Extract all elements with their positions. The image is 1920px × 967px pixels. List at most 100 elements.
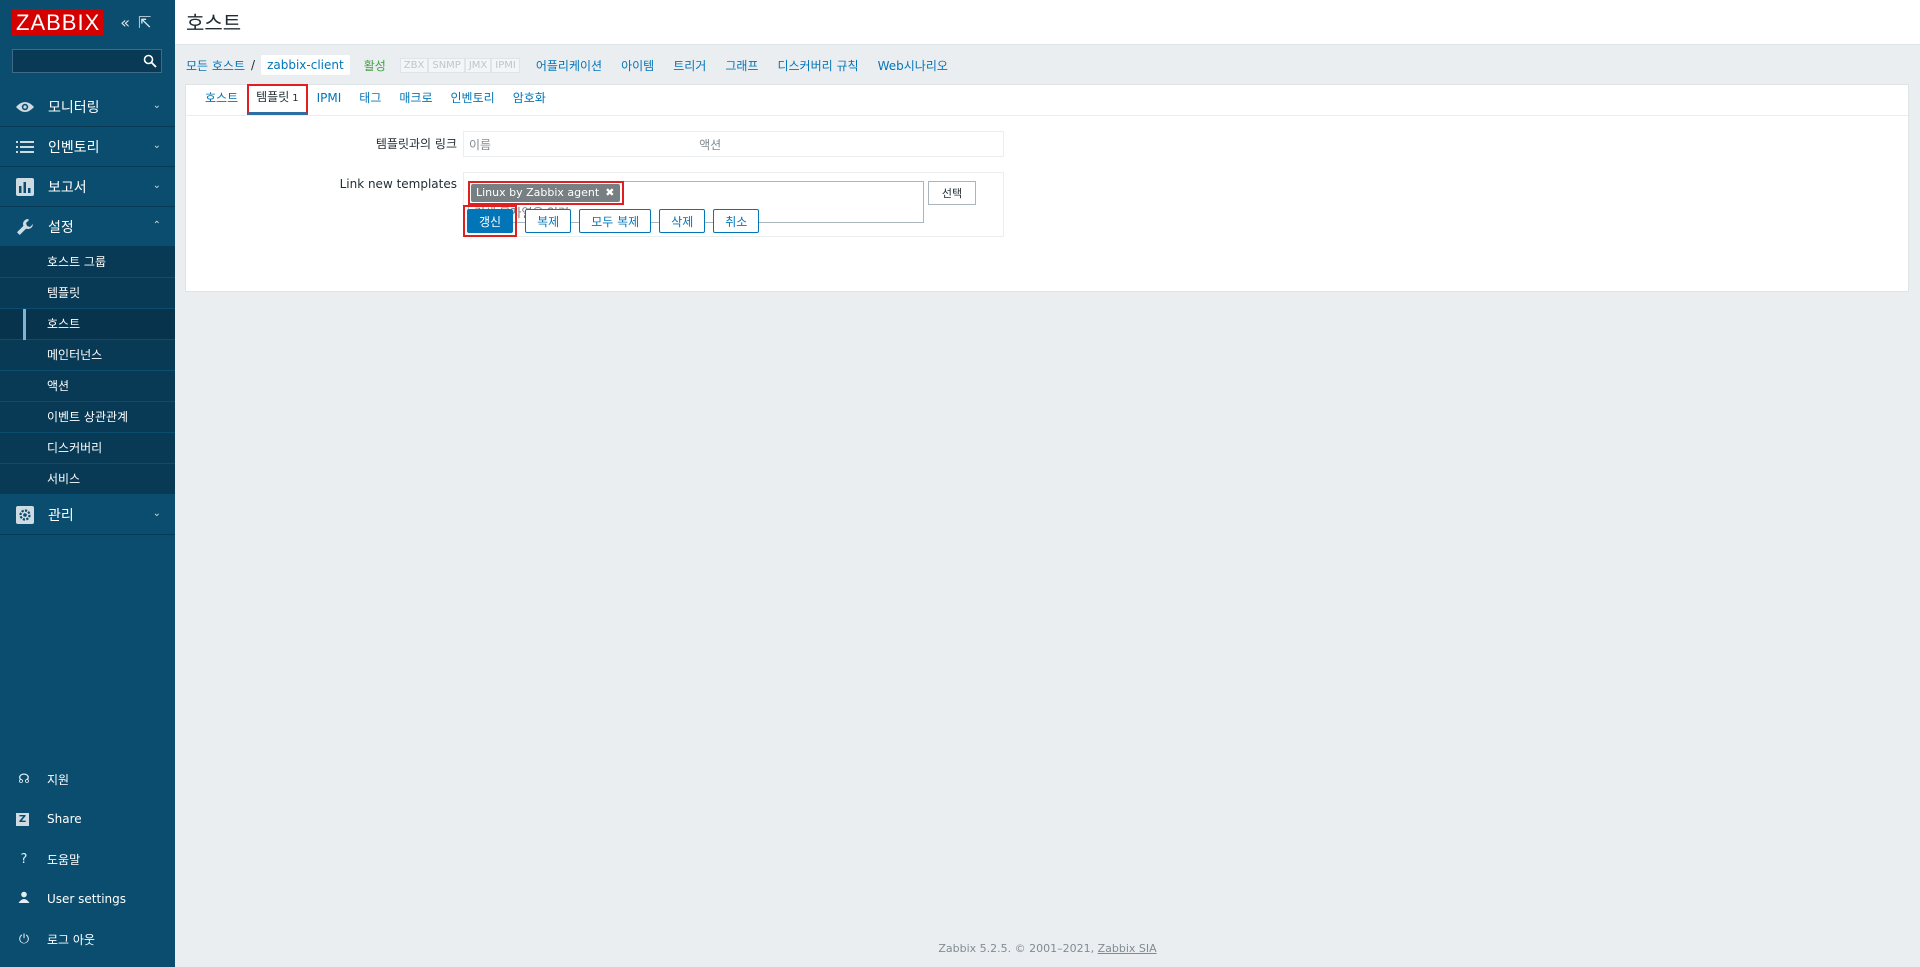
tab-count: 1 <box>292 93 299 104</box>
tab-label: IPMI <box>316 91 342 105</box>
collapse-sidebar-icon[interactable]: « <box>120 13 130 32</box>
menu-inventory[interactable]: 인벤토리 ⌄ <box>0 127 175 167</box>
menu-support[interactable]: ☊ 지원 <box>0 759 175 799</box>
tab-templates[interactable]: 템플릿 1 <box>247 84 308 115</box>
tab-label: 템플릿 <box>256 90 290 104</box>
tab-inventory[interactable]: 인벤토리 <box>442 87 504 115</box>
tab-tags[interactable]: 태그 <box>350 87 390 115</box>
cancel-button[interactable]: 취소 <box>713 209 760 233</box>
clone-button[interactable]: 복제 <box>525 209 572 233</box>
menu-label: User settings <box>47 892 127 906</box>
submenu-discovery[interactable]: 디스커버리 <box>0 433 175 464</box>
availability-ipmi: IPMI <box>491 57 520 73</box>
menu-reports[interactable]: 보고서 ⌄ <box>0 167 175 207</box>
update-button[interactable]: 갱신 <box>467 209 514 233</box>
link-discovery-rules[interactable]: 디스커버리 규칙 <box>777 57 858 74</box>
select-templates-button[interactable]: 선택 <box>928 181 976 205</box>
link-new-templates-label: Link new templates <box>339 177 457 191</box>
chevron-down-icon: ⌄ <box>152 140 161 151</box>
menu-label: 도움말 <box>47 852 81 867</box>
config-submenu: 호스트 그룹 템플릿 호스트 메인터넌스 액션 이벤트 상관관계 디스커버리 서… <box>0 247 175 495</box>
submenu-hosts[interactable]: 호스트 <box>0 309 175 340</box>
breadcrumb-current-host[interactable]: zabbix-client <box>261 55 350 75</box>
tab-label: 암호화 <box>512 91 546 105</box>
link-graphs[interactable]: 그래프 <box>725 57 758 74</box>
power-icon: ⏻ <box>18 931 30 947</box>
link-triggers[interactable]: 트리거 <box>673 57 706 74</box>
zabbix-logo[interactable]: ZABBIX <box>12 8 105 36</box>
main-menu: 모니터링 ⌄ 인벤토리 ⌄ 보고서 ⌄ 설정 ⌃ 호스트 그룹 템플릿 호스트 … <box>0 87 175 535</box>
page-header: 호스트 <box>175 0 1920 45</box>
availability-zbx: ZBX <box>399 57 429 73</box>
link-web-scenarios[interactable]: Web시나리오 <box>878 57 948 74</box>
tab-macros[interactable]: 매크로 <box>390 87 441 115</box>
user-icon <box>16 891 32 907</box>
menu-label: 지원 <box>47 772 70 787</box>
linked-templates-label: 템플릿과의 링크 <box>375 137 457 151</box>
menu-label: Share <box>47 812 82 826</box>
submenu-event-correlation[interactable]: 이벤트 상관관계 <box>0 402 175 433</box>
form-buttons: 갱신 복제 모두 복제 삭제 취소 <box>463 205 760 237</box>
delete-button[interactable]: 삭제 <box>659 209 706 233</box>
host-form: 호스트 템플릿 1 IPMI 태그 매크로 인벤토리 암호화 템플릿과의 링크 이… <box>185 84 1909 292</box>
menu-label: 관리 <box>48 507 74 524</box>
tab-bar: 호스트 템플릿 1 IPMI 태그 매크로 인벤토리 암호화 <box>186 84 1908 116</box>
submenu-maintenance[interactable]: 메인터넌스 <box>0 340 175 371</box>
chip-label: Linux by Zabbix agent <box>476 186 600 199</box>
footer-text: Zabbix 5.2.5. © 2001–2021, <box>938 942 1098 955</box>
submenu-host-groups[interactable]: 호스트 그룹 <box>0 247 175 278</box>
help-icon: ? <box>20 851 28 867</box>
page-footer: Zabbix 5.2.5. © 2001–2021, Zabbix SIA <box>175 942 1920 955</box>
breadcrumb-separator: / <box>251 58 256 72</box>
list-icon <box>14 137 36 157</box>
breadcrumb-all-hosts[interactable]: 모든 호스트 <box>186 57 245 74</box>
menu-label: 보고서 <box>48 179 87 196</box>
submenu-services[interactable]: 서비스 <box>0 464 175 495</box>
gear-icon <box>14 505 36 525</box>
menu-monitoring[interactable]: 모니터링 ⌄ <box>0 87 175 127</box>
kiosk-mode-icon[interactable]: ⇱ <box>138 13 151 32</box>
menu-label: 인벤토리 <box>48 139 100 156</box>
tab-ipmi[interactable]: IPMI <box>308 87 351 115</box>
menu-user-settings[interactable]: User settings <box>0 879 175 919</box>
selected-template-chip: Linux by Zabbix agent ✖ <box>471 184 621 202</box>
search-icon[interactable] <box>143 54 157 68</box>
tab-label: 태그 <box>359 91 382 105</box>
menu-label: 설정 <box>48 219 74 236</box>
tab-host[interactable]: 호스트 <box>196 87 247 115</box>
share-icon: Z <box>16 812 29 826</box>
link-applications[interactable]: 어플리케이션 <box>536 57 602 74</box>
full-clone-button[interactable]: 모두 복제 <box>579 209 652 233</box>
remove-chip-icon[interactable]: ✖ <box>605 184 614 202</box>
linked-templates-table: 이름 액션 <box>463 131 1004 157</box>
status-enabled[interactable]: 활성 <box>364 57 386 74</box>
menu-sign-out[interactable]: ⏻ 로그 아웃 <box>0 919 175 959</box>
availability-snmp: SNMP <box>428 57 465 73</box>
submenu-actions[interactable]: 액션 <box>0 371 175 402</box>
wrench-icon <box>14 217 36 237</box>
search-input[interactable] <box>13 50 138 72</box>
page-title: 호스트 <box>186 11 242 35</box>
column-name: 이름 <box>469 137 492 152</box>
menu-share[interactable]: Z Share <box>0 799 175 839</box>
tab-label: 인벤토리 <box>450 91 495 105</box>
footer-link[interactable]: Zabbix SIA <box>1098 942 1157 955</box>
availability-badges: ZBX SNMP JMX IPMI <box>399 57 520 73</box>
menu-administration[interactable]: 관리 ⌄ <box>0 495 175 535</box>
tab-label: 매크로 <box>399 91 433 105</box>
sidebar-bottom-menu: ☊ 지원 Z Share ? 도움말 User settings ⏻ 로그 아웃 <box>0 759 175 959</box>
menu-label: 모니터링 <box>48 99 100 116</box>
submenu-templates[interactable]: 템플릿 <box>0 278 175 309</box>
chevron-down-icon: ⌄ <box>152 508 161 519</box>
chevron-down-icon: ⌄ <box>152 180 161 191</box>
link-items[interactable]: 아이템 <box>621 57 654 74</box>
bar-chart-icon <box>14 177 36 197</box>
menu-configuration[interactable]: 설정 ⌃ <box>0 207 175 247</box>
tab-encryption[interactable]: 암호화 <box>504 87 555 115</box>
column-action: 액션 <box>699 137 722 152</box>
chevron-up-icon: ⌃ <box>152 220 161 231</box>
menu-help[interactable]: ? 도움말 <box>0 839 175 879</box>
highlight-outline: 갱신 <box>463 205 518 237</box>
sidebar-search <box>12 49 162 73</box>
sidebar-header: ZABBIX « ⇱ <box>0 0 175 44</box>
